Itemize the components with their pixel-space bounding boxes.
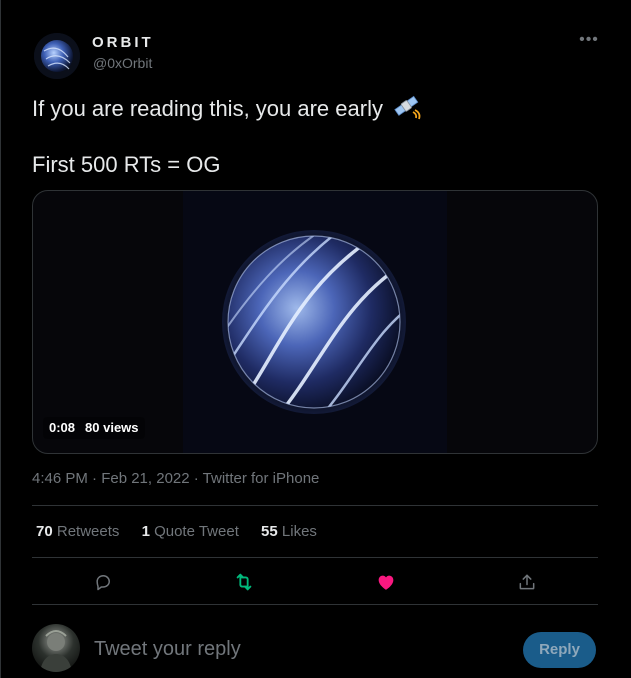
- tweet-text-line-1: If you are reading this, you are early: [32, 94, 423, 126]
- quotes-count: 1: [141, 523, 150, 540]
- current-user-avatar[interactable]: [32, 624, 80, 672]
- author-name[interactable]: ORBIT: [92, 34, 154, 51]
- video-views: 80 views: [85, 420, 139, 435]
- more-options-icon[interactable]: •••: [578, 32, 600, 49]
- satellite-icon: [393, 94, 423, 126]
- reply-icon[interactable]: [91, 570, 115, 594]
- tweet-detail-panel: ORBIT @0xOrbit ••• If you are reading th…: [0, 0, 614, 678]
- video-duration: 0:08: [49, 420, 76, 435]
- divider: [32, 604, 598, 605]
- likes-label: Likes: [281, 523, 317, 540]
- author-avatar[interactable]: [34, 33, 80, 79]
- retweets-count: 70: [36, 523, 53, 540]
- divider: [32, 557, 598, 558]
- reply-button[interactable]: Reply: [523, 632, 596, 668]
- retweet-icon[interactable]: [232, 570, 256, 594]
- retweets-label: Retweets: [56, 523, 120, 540]
- video-frame: [183, 191, 447, 453]
- video-player[interactable]: 0:08 80 views: [32, 190, 598, 454]
- reply-input[interactable]: Tweet your reply: [94, 638, 241, 661]
- video-stats-badge: 0:08 80 views: [43, 417, 145, 439]
- quotes-label: Quote Tweet: [154, 523, 239, 540]
- like-icon[interactable]: [374, 570, 398, 594]
- likes-stat[interactable]: 55 Likes: [261, 523, 317, 540]
- share-icon[interactable]: [515, 570, 539, 594]
- retweets-stat[interactable]: 70 Retweets: [36, 523, 119, 540]
- tweet-timestamp[interactable]: 4:46 PM · Feb 21, 2022 · Twitter for iPh…: [32, 470, 319, 487]
- divider: [32, 505, 598, 506]
- likes-count: 55: [261, 523, 278, 540]
- author-handle[interactable]: @0xOrbit: [93, 55, 152, 71]
- scrollbar[interactable]: [612, 0, 631, 678]
- tweet-text-line-2: First 500 RTs = OG: [32, 152, 221, 177]
- quote-tweets-stat[interactable]: 1 Quote Tweet: [142, 523, 239, 540]
- tweet-text: If you are reading this, you are early: [32, 95, 383, 121]
- engagement-stats: 70 Retweets 1 Quote Tweet 55 Likes: [36, 523, 335, 540]
- orbit-sphere-image: [183, 191, 447, 453]
